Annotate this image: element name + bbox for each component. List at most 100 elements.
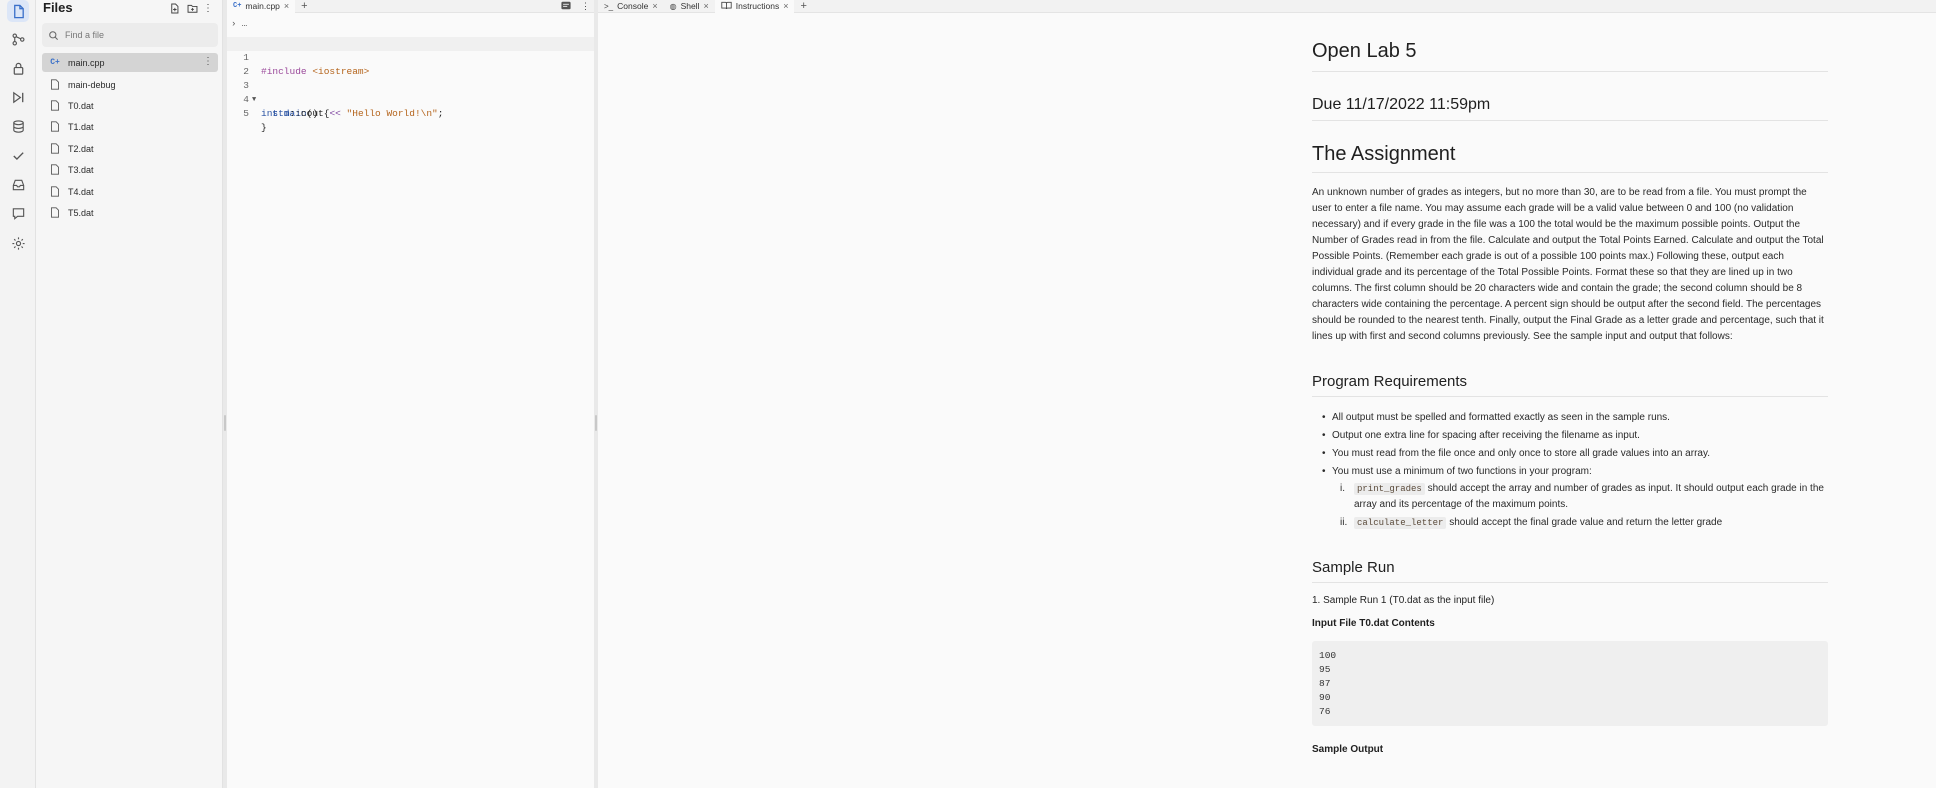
- file-item-label: main-debug: [68, 79, 116, 90]
- editor-layout-icon[interactable]: [561, 1, 571, 12]
- add-tab-icon[interactable]: +: [295, 0, 313, 12]
- activity-bar: [0, 0, 36, 788]
- list-item-text: You must use a minimum of two functions …: [1332, 466, 1592, 477]
- settings-gear-icon[interactable]: [7, 232, 29, 254]
- shell-icon: ◍: [669, 1, 677, 11]
- code-line: 5 }: [227, 93, 594, 133]
- inline-code: calculate_letter: [1354, 517, 1447, 529]
- inbox-icon[interactable]: [7, 173, 29, 195]
- breadcrumb[interactable]: › …: [231, 19, 247, 29]
- tab-main-cpp[interactable]: C+ main.cpp ×: [227, 0, 296, 13]
- page-title: Open Lab 5: [1312, 40, 1828, 72]
- search-icon: [49, 30, 58, 40]
- add-tab-icon[interactable]: +: [794, 0, 812, 12]
- file-search-input[interactable]: [65, 30, 215, 40]
- files-panel-title: Files: [43, 0, 73, 15]
- line-content: }: [261, 122, 267, 133]
- sample-run-heading: Sample Run: [1312, 559, 1828, 583]
- assignment-heading: The Assignment: [1312, 143, 1828, 173]
- file-search[interactable]: [42, 23, 218, 47]
- file-item-t1-dat[interactable]: T1.dat: [42, 117, 218, 136]
- file-item-t2-dat[interactable]: T2.dat: [42, 139, 218, 158]
- book-icon: [721, 1, 732, 12]
- list-marker: i.: [1340, 483, 1345, 494]
- list-marker: ii.: [1340, 517, 1348, 528]
- lock-icon[interactable]: [7, 57, 29, 79]
- file-item-label: T4.dat: [68, 186, 94, 197]
- due-date-heading: Due 11/17/2022 11:59pm: [1312, 96, 1828, 121]
- code-line: 4 std::cout << "Hello World!\n";: [227, 79, 594, 119]
- code-line: 2: [227, 51, 594, 77]
- list-item: ii. calculate_letter should accept the fi…: [1340, 515, 1828, 531]
- file-icon: [48, 79, 62, 90]
- editor-more-icon[interactable]: ⋮: [581, 1, 590, 12]
- tab-instructions[interactable]: Instructions ×: [714, 0, 795, 13]
- file-item-main-debug[interactable]: main-debug: [42, 75, 218, 94]
- right-pane: >_ Console × ◍ Shell × Instructions × + …: [598, 0, 1936, 788]
- file-item-label: T2.dat: [68, 143, 94, 154]
- chat-icon[interactable]: [7, 202, 29, 224]
- sample-run-item: 1. Sample Run 1 (T0.dat as the input fil…: [1312, 595, 1495, 606]
- new-folder-icon[interactable]: [186, 2, 198, 14]
- replit-workspace: Files ⋮ C+ main.cpp ⋮ main-debug T0.dat …: [0, 0, 1936, 788]
- list-item: Output one extra line for spacing after …: [1322, 427, 1828, 445]
- tab-console[interactable]: >_ Console ×: [598, 0, 664, 13]
- console-icon: >_: [604, 1, 614, 11]
- list-item-text: should accept the final grade value and …: [1446, 517, 1723, 528]
- files-panel: Files ⋮ C+ main.cpp ⋮ main-debug T0.dat …: [36, 0, 223, 788]
- close-icon[interactable]: ×: [703, 1, 708, 11]
- close-icon[interactable]: ×: [652, 1, 657, 11]
- editor-tab-bar: C+ main.cpp × +: [227, 0, 594, 13]
- tab-label: Instructions: [735, 1, 780, 11]
- requirements-heading: Program Requirements: [1312, 373, 1828, 397]
- git-branch-icon[interactable]: [7, 28, 29, 50]
- requirements-list: All output must be spelled and formatted…: [1312, 409, 1828, 531]
- editor-tools: ⋮: [561, 0, 590, 13]
- checkmark-icon[interactable]: [7, 144, 29, 166]
- tab-shell[interactable]: ◍ Shell ×: [664, 0, 715, 13]
- input-file-code-block: 100 95 87 90 76: [1312, 641, 1828, 726]
- file-item-label: T3.dat: [68, 164, 94, 175]
- assignment-description: An unknown number of grades as integers,…: [1312, 187, 1824, 342]
- function-requirements-list: i. print_grades should accept the array a…: [1332, 481, 1828, 531]
- file-item-label: T1.dat: [68, 121, 94, 132]
- file-item-label: T0.dat: [68, 100, 94, 111]
- input-file-label: Input File T0.dat Contents: [1312, 618, 1435, 629]
- close-icon[interactable]: ×: [783, 1, 788, 11]
- list-item: i. print_grades should accept the array a…: [1340, 481, 1828, 513]
- code-editor-pane: C+ main.cpp × + ⋮ › … 1 #include <iostre…: [227, 0, 594, 788]
- file-item-label: T5.dat: [68, 207, 94, 218]
- file-icon: [48, 207, 62, 218]
- file-item-main-cpp[interactable]: C+ main.cpp ⋮: [42, 53, 218, 72]
- file-item-t5-dat[interactable]: T5.dat: [42, 203, 218, 222]
- tab-label: Console: [617, 1, 649, 11]
- database-icon[interactable]: [7, 115, 29, 137]
- list-item: You must read from the file once and onl…: [1322, 445, 1828, 463]
- cpp-file-icon: C+: [233, 2, 242, 10]
- list-item-text: should accept the array and number of gr…: [1354, 483, 1824, 510]
- right-tab-bar: >_ Console × ◍ Shell × Instructions × +: [598, 0, 1936, 13]
- run-debug-icon[interactable]: [7, 86, 29, 108]
- cpp-file-icon: C+: [50, 58, 60, 67]
- file-icon: [48, 143, 62, 154]
- code-area[interactable]: 1 #include <iostream> 2 3 ▼ int main() {…: [227, 37, 594, 133]
- code-line: 1 #include <iostream>: [227, 37, 594, 77]
- file-item-label: main.cpp: [68, 57, 105, 68]
- new-file-icon[interactable]: [168, 2, 180, 14]
- resize-grip: [224, 415, 226, 431]
- file-more-icon[interactable]: ⋮: [203, 56, 213, 67]
- tab-label: Shell: [680, 1, 700, 11]
- close-icon[interactable]: ×: [284, 1, 289, 11]
- tab-label: main.cpp: [245, 1, 280, 11]
- file-item-t3-dat[interactable]: T3.dat: [42, 160, 218, 179]
- file-item-t0-dat[interactable]: T0.dat: [42, 96, 218, 115]
- file-item-t4-dat[interactable]: T4.dat: [42, 182, 218, 201]
- list-item: You must use a minimum of two functions …: [1322, 463, 1828, 531]
- file-icon: [48, 121, 62, 132]
- instructions-document: Open Lab 5 Due 11/17/2022 11:59pm The As…: [1312, 40, 1828, 755]
- resize-grip: [595, 415, 597, 431]
- files-icon[interactable]: [7, 0, 29, 22]
- files-more-icon[interactable]: ⋮: [202, 2, 214, 14]
- line-number: 5: [243, 108, 249, 119]
- code-line: 3 ▼ int main() {: [227, 65, 594, 119]
